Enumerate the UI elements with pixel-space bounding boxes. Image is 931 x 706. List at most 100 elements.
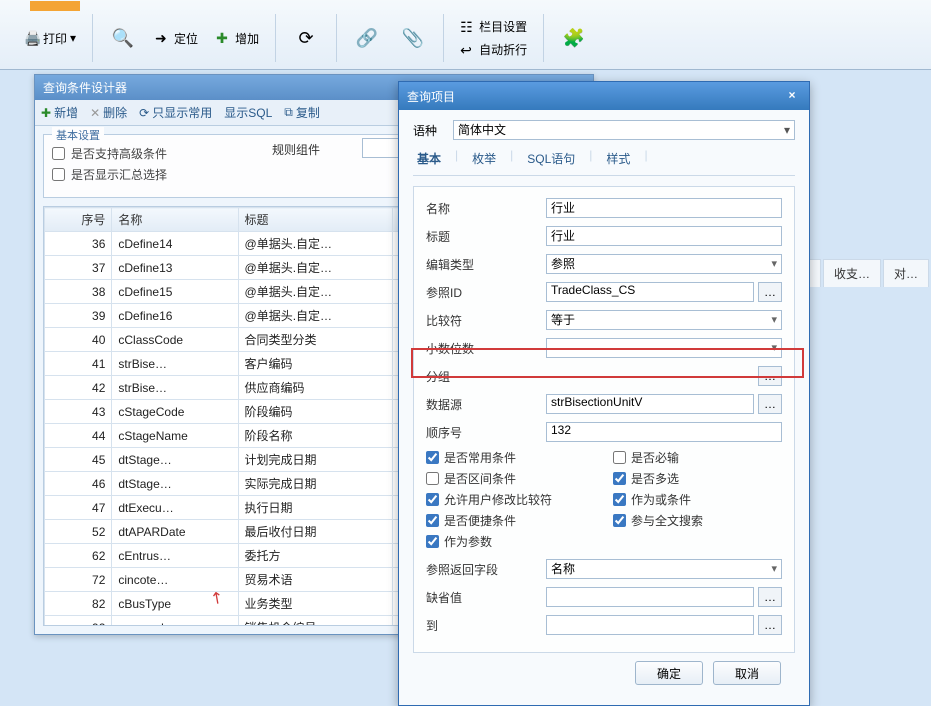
column-settings-button[interactable]: ☷ 栏目设置 (454, 16, 533, 37)
ok-button[interactable]: 确定 (635, 661, 703, 685)
chk-asparam[interactable] (426, 535, 439, 548)
cancel-button[interactable]: 取消 (713, 661, 781, 685)
cell-seq: 43 (45, 400, 112, 424)
advanced-checkbox[interactable] (52, 147, 65, 160)
cell-name: strBise… (112, 352, 238, 376)
cell-name: cClassCode (112, 328, 238, 352)
to-input[interactable] (546, 615, 754, 635)
summary-checkbox[interactable] (52, 168, 65, 181)
delete-button[interactable]: ✕删除 (90, 104, 127, 121)
cell-title: 阶段名称 (238, 424, 392, 448)
new-button[interactable]: ✚新增 (41, 104, 78, 121)
language-label: 语种 (413, 122, 437, 139)
format-button[interactable]: 🧩 (554, 24, 594, 52)
add-button[interactable]: ✚ 增加 (210, 28, 265, 49)
chk-isrequired[interactable] (613, 451, 626, 464)
defaultval-browse-button[interactable]: … (758, 587, 782, 607)
cell-name: cStageName (112, 424, 238, 448)
cell-name: dtExecu… (112, 496, 238, 520)
cell-title: @单据头.自定… (238, 256, 392, 280)
col-title[interactable]: 标题 (238, 208, 392, 232)
cell-name: dtAPARDate (112, 520, 238, 544)
chk-asor[interactable] (613, 493, 626, 506)
tab-style[interactable]: 样式 (602, 148, 634, 169)
edittype-select[interactable]: 参照 (546, 254, 782, 274)
cell-seq: 52 (45, 520, 112, 544)
refid-label: 参照ID (426, 284, 546, 301)
cell-title: 最后收付日期 (238, 520, 392, 544)
query-item-dialog: 查询项目 × 语种 简体中文 基本| 枚举| SQL语句| 样式| 名称行业 标… (398, 81, 810, 706)
link-button[interactable]: 🔗 (347, 24, 387, 52)
attach-button[interactable]: 📎 (393, 24, 433, 52)
cell-name: cStageCode (112, 400, 238, 424)
refid-browse-button[interactable]: … (758, 282, 782, 302)
locate-icon: ➜ (155, 30, 171, 46)
col-seq[interactable]: 序号 (45, 208, 112, 232)
col-name[interactable]: 名称 (112, 208, 238, 232)
chk-isshortcut[interactable] (426, 514, 439, 527)
show-sql-button[interactable]: 显示SQL (224, 104, 272, 121)
tab-income[interactable]: 收支… (823, 259, 881, 287)
decimals-label: 小数位数 (426, 340, 546, 357)
datasource-browse-button[interactable]: … (758, 394, 782, 414)
cell-seq: 38 (45, 280, 112, 304)
chk-ismulti[interactable] (613, 472, 626, 485)
link-icon: 🔗 (355, 26, 379, 50)
cell-name: dtStage… (112, 448, 238, 472)
cell-name: dtStage… (112, 472, 238, 496)
title-input[interactable]: 行业 (546, 226, 782, 246)
print-button[interactable]: 🖨️ 打印 ▾ (18, 28, 82, 49)
comparator-select[interactable]: 等于 (546, 310, 782, 330)
datasource-input[interactable]: strBisectionUnitV (546, 394, 754, 414)
decimals-select[interactable] (546, 338, 782, 358)
basic-legend: 基本设置 (52, 127, 104, 143)
to-browse-button[interactable]: … (758, 615, 782, 635)
chk-fulltext[interactable] (613, 514, 626, 527)
advanced-label: 是否支持高级条件 (71, 145, 167, 162)
cell-seq: 42 (45, 376, 112, 400)
cell-seq: 46 (45, 472, 112, 496)
language-select[interactable]: 简体中文 (453, 120, 795, 140)
name-input[interactable]: 行业 (546, 198, 782, 218)
orderno-label: 顺序号 (426, 424, 546, 441)
active-ribbon-tab[interactable] (30, 1, 80, 11)
tab-sql[interactable]: SQL语句 (523, 148, 579, 169)
cell-title: 合同类型分类 (238, 328, 392, 352)
cell-seq: 82 (45, 592, 112, 616)
refresh-button[interactable]: ⟳ (286, 24, 326, 52)
refresh-icon: ⟳ (294, 26, 318, 50)
chk-allowmodifycmp[interactable] (426, 493, 439, 506)
orderno-input[interactable]: 132 (546, 422, 782, 442)
plus-icon: ✚ (216, 30, 232, 46)
cell-title: 实际完成日期 (238, 472, 392, 496)
tab-enum[interactable]: 枚举 (468, 148, 500, 169)
returnfield-select[interactable]: 名称 (546, 559, 782, 579)
printer-icon: 🖨️ (24, 30, 40, 46)
group-input[interactable] (546, 366, 754, 386)
cell-title: 委托方 (238, 544, 392, 568)
close-icon[interactable]: × (783, 87, 801, 105)
refid-input[interactable]: TradeClass_CS (546, 282, 754, 302)
tab-pair[interactable]: 对… (883, 259, 929, 287)
autowrap-label: 自动折行 (479, 41, 527, 58)
cell-name: cDefine16 (112, 304, 238, 328)
copy-button[interactable]: ⧉复制 (284, 104, 320, 121)
cell-title: 供应商编码 (238, 376, 392, 400)
defaultval-input[interactable] (546, 587, 754, 607)
search-button[interactable]: 🔍 (103, 24, 143, 52)
tab-basic[interactable]: 基本 (413, 148, 445, 169)
group-browse-button[interactable]: … (758, 366, 782, 386)
cell-title: 业务类型 (238, 592, 392, 616)
wrap-icon: ↩ (460, 42, 476, 58)
dialog-title: 查询项目 (407, 88, 455, 105)
chk-isrange[interactable] (426, 472, 439, 485)
show-common-button[interactable]: ⟳只显示常用 (139, 104, 212, 121)
refresh-icon: ⟳ (139, 106, 149, 120)
cell-title: 计划完成日期 (238, 448, 392, 472)
locate-button[interactable]: ➜ 定位 (149, 28, 204, 49)
cell-seq: 41 (45, 352, 112, 376)
autowrap-button[interactable]: ↩ 自动折行 (454, 39, 533, 60)
dropdown-icon: ▾ (70, 31, 76, 45)
chk-iscommon[interactable] (426, 451, 439, 464)
name-label: 名称 (426, 200, 546, 217)
